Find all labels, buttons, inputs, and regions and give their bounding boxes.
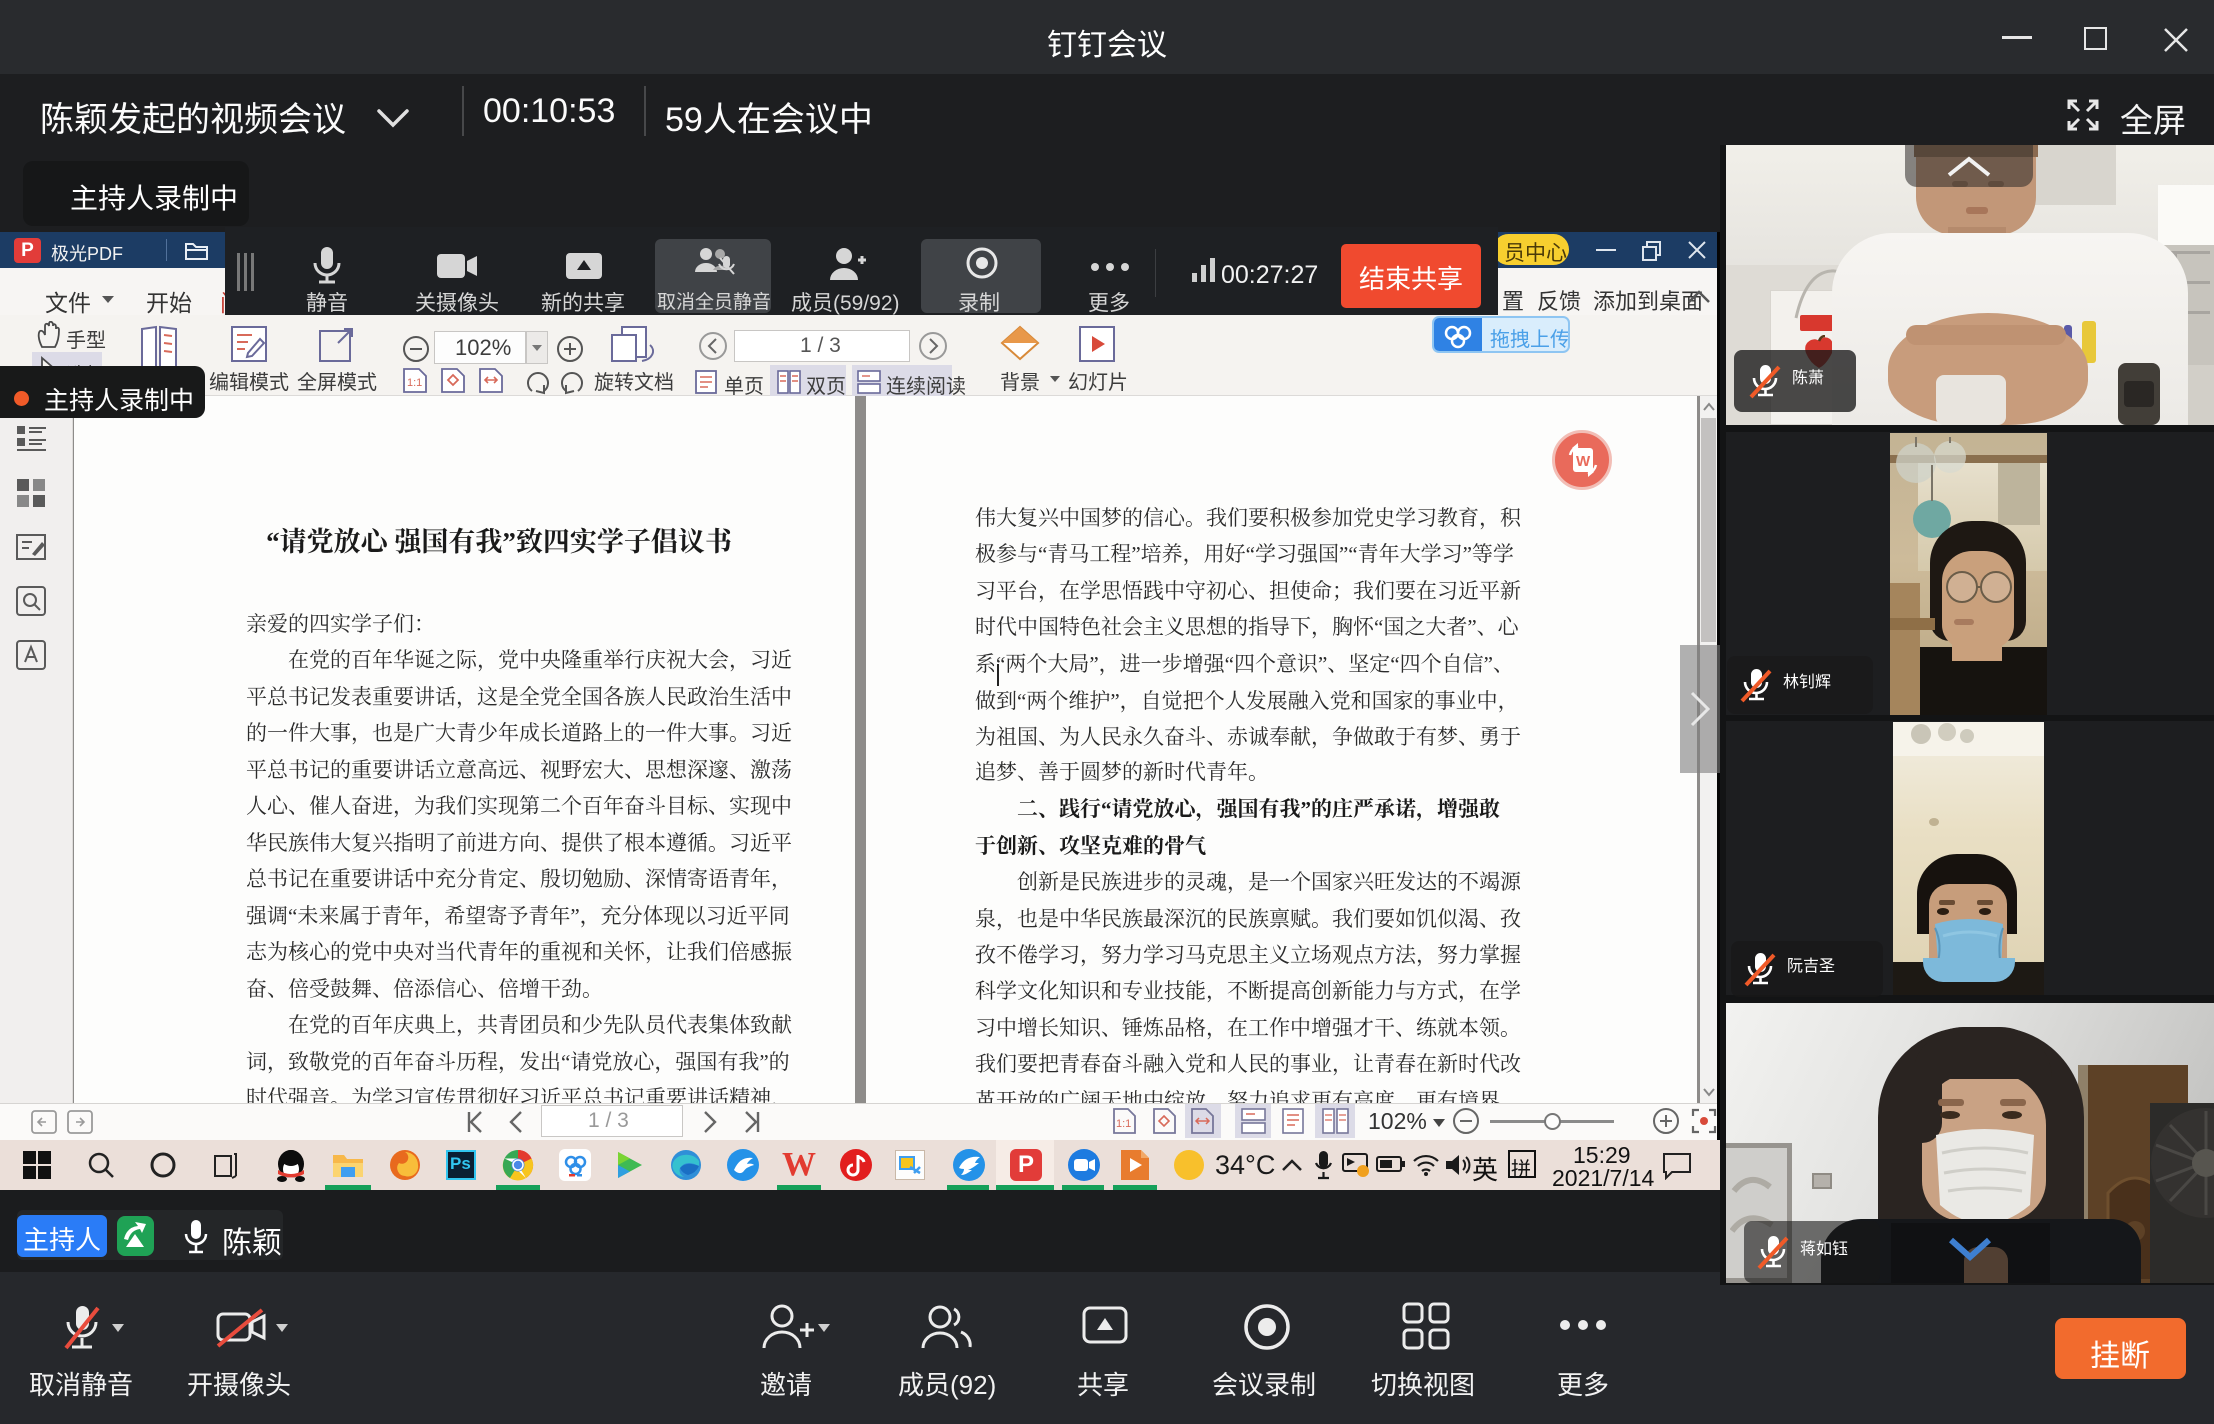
svg-text:1:1: 1:1 xyxy=(1116,1118,1131,1130)
svg-text:1:1: 1:1 xyxy=(407,377,422,389)
svg-text:W: W xyxy=(1576,453,1591,470)
